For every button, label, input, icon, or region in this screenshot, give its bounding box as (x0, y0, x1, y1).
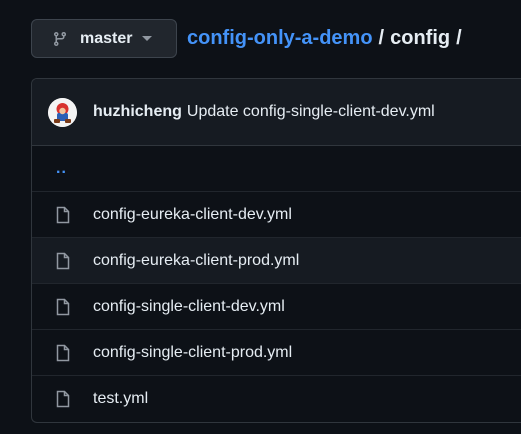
triangle-down-icon (142, 35, 153, 42)
file-row[interactable]: config-eureka-client-dev.yml (32, 192, 521, 238)
file-row[interactable]: config-single-client-prod.yml (32, 330, 521, 376)
breadcrumb-trailing-separator: / (456, 27, 462, 49)
parent-directory-row[interactable]: .. (32, 146, 521, 192)
file-name[interactable]: test.yml (93, 390, 148, 408)
file-icon (55, 252, 71, 270)
file-name[interactable]: config-eureka-client-dev.yml (93, 206, 292, 224)
file-row[interactable]: config-eureka-client-prod.yml (32, 238, 521, 284)
avatar[interactable] (48, 97, 77, 127)
file-name[interactable]: config-single-client-prod.yml (93, 344, 292, 362)
branch-select-button[interactable]: master (31, 19, 177, 58)
breadcrumb-current-folder: config (390, 27, 451, 49)
file-icon (55, 298, 71, 316)
parent-directory-link[interactable]: .. (56, 160, 67, 178)
file-icon (55, 390, 71, 408)
file-list-box: huzhicheng Update config-single-client-d… (31, 78, 521, 423)
file-name[interactable]: config-eureka-client-prod.yml (93, 252, 299, 270)
breadcrumb: config-only-a-demo / config / (187, 27, 468, 50)
file-row[interactable]: config-single-client-dev.yml (32, 284, 521, 330)
file-row[interactable]: test.yml (32, 376, 521, 422)
latest-commit-row: huzhicheng Update config-single-client-d… (32, 79, 521, 146)
breadcrumb-separator: / (378, 27, 385, 49)
breadcrumb-repo-link[interactable]: config-only-a-demo (187, 27, 373, 50)
file-icon (55, 206, 71, 224)
git-branch-icon (52, 31, 68, 47)
file-name[interactable]: config-single-client-dev.yml (93, 298, 285, 316)
file-icon (55, 344, 71, 362)
commit-author[interactable]: huzhicheng (93, 103, 182, 121)
commit-message[interactable]: Update config-single-client-dev.yml (187, 103, 435, 121)
repo-header: master config-only-a-demo / config / (31, 19, 468, 58)
branch-label: master (80, 29, 133, 47)
